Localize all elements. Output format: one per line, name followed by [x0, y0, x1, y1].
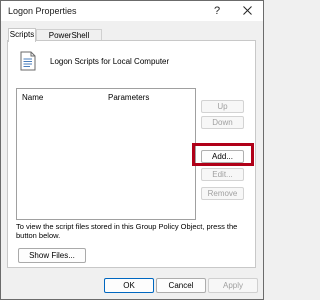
- apply-button[interactable]: Apply: [208, 278, 258, 293]
- cancel-button[interactable]: Cancel: [156, 278, 206, 293]
- show-files-button[interactable]: Show Files...: [18, 248, 86, 263]
- info-text: To view the script files stored in this …: [16, 222, 238, 240]
- scripts-panel: Logon Scripts for Local Computer Name Pa…: [7, 40, 256, 268]
- edit-button[interactable]: Edit...: [201, 168, 244, 181]
- help-button[interactable]: ?: [206, 2, 228, 20]
- ok-button[interactable]: OK: [104, 278, 154, 293]
- remove-button[interactable]: Remove: [201, 187, 244, 200]
- up-button[interactable]: Up: [201, 100, 244, 113]
- scripts-header-label: Logon Scripts for Local Computer: [50, 57, 170, 66]
- title-bar: Logon Properties ?: [1, 1, 263, 21]
- tab-scripts[interactable]: Scripts: [8, 28, 36, 42]
- document-icon: [20, 51, 36, 71]
- close-icon: [242, 6, 252, 15]
- dialog-title: Logon Properties: [8, 6, 77, 16]
- close-button[interactable]: [234, 2, 260, 20]
- scripts-list[interactable]: Name Parameters: [16, 88, 196, 220]
- column-header-parameters[interactable]: Parameters: [108, 93, 149, 102]
- add-button-highlight: [192, 143, 254, 166]
- down-button[interactable]: Down: [201, 116, 244, 129]
- column-header-name[interactable]: Name: [22, 93, 43, 102]
